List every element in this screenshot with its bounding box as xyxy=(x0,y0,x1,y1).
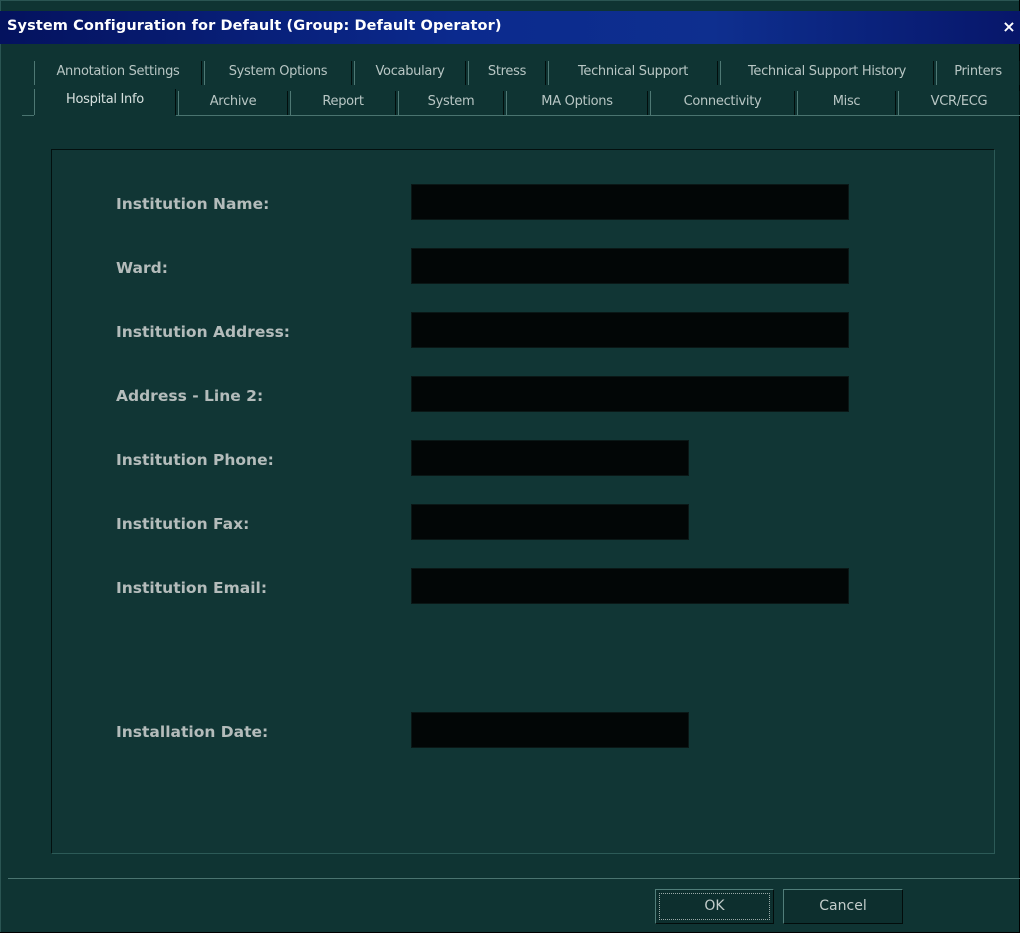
tab-vocabulary[interactable]: Vocabulary xyxy=(354,61,466,85)
close-icon[interactable]: × xyxy=(999,17,1019,37)
window-title: System Configuration for Default (Group:… xyxy=(7,18,502,34)
tab-ma-options[interactable]: MA Options xyxy=(506,91,648,115)
institution-fax-label: Institution Fax: xyxy=(116,515,250,533)
installation-date-field[interactable] xyxy=(411,712,689,748)
tab-archive[interactable]: Archive xyxy=(178,91,288,115)
cancel-button[interactable]: Cancel xyxy=(783,889,903,924)
address-line2-label: Address - Line 2: xyxy=(116,387,264,405)
institution-phone-label: Institution Phone: xyxy=(116,451,274,469)
tab-stress[interactable]: Stress xyxy=(468,61,546,85)
institution-email-label: Institution Email: xyxy=(116,579,268,597)
ok-button[interactable]: OK xyxy=(655,889,774,924)
button-bar-divider xyxy=(8,878,1020,879)
institution-name-label: Institution Name: xyxy=(116,195,270,213)
tab-report[interactable]: Report xyxy=(290,91,396,115)
dialog-window: System Configuration for Default (Group:… xyxy=(0,0,1020,933)
installation-date-label: Installation Date: xyxy=(116,723,269,741)
tab-system-options[interactable]: System Options xyxy=(204,61,352,85)
institution-email-field[interactable] xyxy=(411,568,849,604)
focus-rectangle xyxy=(659,893,770,920)
active-tab-gap xyxy=(34,115,176,117)
tab-connectivity[interactable]: Connectivity xyxy=(650,91,795,115)
ward-label: Ward: xyxy=(116,259,168,277)
institution-name-field[interactable] xyxy=(411,184,849,220)
tab-technical-support-history[interactable]: Technical Support History xyxy=(720,61,934,85)
institution-address-field[interactable] xyxy=(411,312,849,348)
institution-address-label: Institution Address: xyxy=(116,323,290,341)
cancel-button-label: Cancel xyxy=(819,898,867,914)
tab-technical-support[interactable]: Technical Support xyxy=(548,61,718,85)
tab-annotation-settings[interactable]: Annotation Settings xyxy=(34,61,202,85)
tab-misc[interactable]: Misc xyxy=(797,91,896,115)
ward-field[interactable] xyxy=(411,248,849,284)
title-bar[interactable]: System Configuration for Default (Group:… xyxy=(0,11,1020,44)
tab-printers[interactable]: Printers xyxy=(936,61,1020,85)
institution-phone-field[interactable] xyxy=(411,440,689,476)
tab-vcr-ecg[interactable]: VCR/ECG xyxy=(898,91,1020,115)
address-line2-field[interactable] xyxy=(411,376,849,412)
tab-hospital-info[interactable]: Hospital Info xyxy=(34,89,176,115)
tab-system[interactable]: System xyxy=(398,91,504,115)
institution-fax-field[interactable] xyxy=(411,504,689,540)
